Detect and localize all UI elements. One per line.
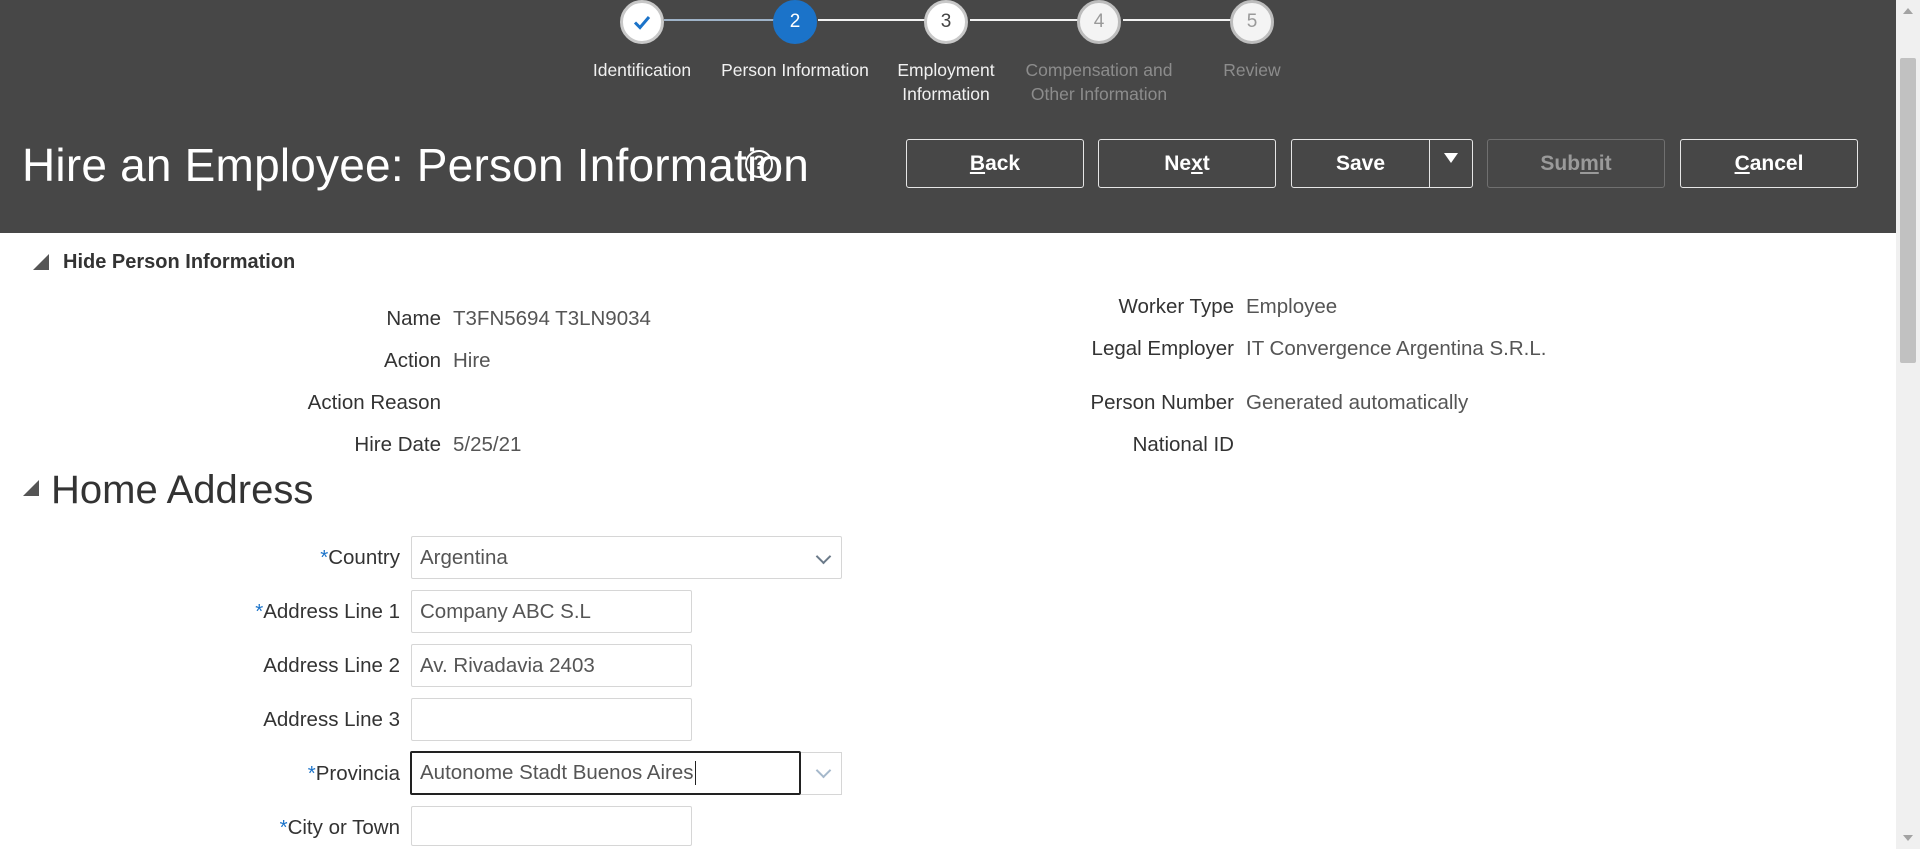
train-stop-review: 5 xyxy=(1230,0,1274,44)
train-label-person-information[interactable]: Person Information xyxy=(710,58,880,82)
name-value: T3FN5694 T3LN9034 xyxy=(453,307,651,330)
legal-employer-value: IT Convergence Argentina S.R.L. xyxy=(1246,337,1547,360)
worker-type-label: Worker Type xyxy=(1118,295,1234,318)
submit-label-pre: Sub xyxy=(1540,151,1581,175)
chevron-down-icon xyxy=(815,548,832,565)
country-label: *Country xyxy=(320,546,400,570)
save-options-dropdown[interactable] xyxy=(1430,140,1472,187)
back-button[interactable]: Back xyxy=(906,139,1084,188)
train-label-identification[interactable]: Identification xyxy=(557,58,727,82)
collapse-triangle-icon[interactable] xyxy=(23,480,39,496)
page-header: 2 3 4 5 Identification Person Informatio… xyxy=(0,0,1920,233)
person-number-value: Generated automatically xyxy=(1246,391,1469,414)
cancel-label-post: ancel xyxy=(1749,151,1804,175)
address-line-3-input[interactable] xyxy=(411,698,692,741)
submit-label-post: it xyxy=(1598,151,1612,175)
train-connector xyxy=(818,19,928,21)
scrollbar-thumb[interactable] xyxy=(1900,58,1916,363)
next-label-pre: Ne xyxy=(1164,151,1192,175)
city-label: *City or Town xyxy=(280,816,400,840)
scroll-up-arrow-icon[interactable] xyxy=(1903,8,1913,14)
city-input[interactable] xyxy=(411,806,692,846)
national-id-label: National ID xyxy=(1132,433,1234,456)
provincia-label: *Provincia xyxy=(308,762,400,786)
address-line-2-label: Address Line 2 xyxy=(263,654,400,677)
next-label-post: t xyxy=(1202,151,1210,175)
address-line-3-label: Address Line 3 xyxy=(263,708,400,731)
required-marker: * xyxy=(279,816,288,839)
required-marker: * xyxy=(307,762,316,785)
address-line-1-input[interactable]: Company ABC S.L xyxy=(411,590,692,633)
provincia-dropdown-button[interactable] xyxy=(801,752,842,795)
next-button[interactable]: Ne x t xyxy=(1098,139,1276,188)
address-line-2-value: Av. Rivadavia 2403 xyxy=(420,653,595,677)
provincia-input[interactable]: Autonome Stadt Buenos Aires xyxy=(410,751,801,795)
home-address-heading: Home Address xyxy=(51,468,314,512)
checkmark-icon xyxy=(633,16,651,30)
worker-type-value: Employee xyxy=(1246,295,1338,318)
chevron-down-icon xyxy=(815,762,832,779)
address-line-2-input[interactable]: Av. Rivadavia 2403 xyxy=(411,644,692,687)
address-line-1-value: Company ABC S.L xyxy=(420,599,591,623)
save-button-group: Save xyxy=(1291,139,1473,188)
cancel-button[interactable]: Cancel xyxy=(1680,139,1858,188)
hire-date-value: 5/25/21 xyxy=(453,433,522,456)
cancel-accesskey: C xyxy=(1734,151,1750,175)
action-value: Hire xyxy=(453,349,491,372)
train-stop-compensation: 4 xyxy=(1077,0,1121,44)
provincia-label-text: Provincia xyxy=(315,762,400,785)
action-reason-label: Action Reason xyxy=(307,391,441,414)
address-line-1-label-text: Address Line 1 xyxy=(263,600,400,623)
hire-date-label: Hire Date xyxy=(354,433,441,456)
train-stop-identification[interactable] xyxy=(620,0,664,44)
page-title: Hire an Employee: Person Information xyxy=(22,139,810,191)
next-accesskey: x xyxy=(1191,151,1203,175)
action-label: Action xyxy=(384,349,441,372)
name-label: Name xyxy=(386,307,441,330)
submit-button: Sub m it xyxy=(1487,139,1665,188)
train-label-employment-information[interactable]: Employment Information xyxy=(876,58,1016,106)
train-connector xyxy=(664,19,774,21)
save-button[interactable]: Save xyxy=(1292,140,1430,187)
vertical-scrollbar[interactable] xyxy=(1896,0,1920,849)
hide-person-information-toggle[interactable]: Hide Person Information xyxy=(63,251,295,274)
country-value: Argentina xyxy=(420,545,508,569)
train-label-review: Review xyxy=(1223,60,1281,80)
submit-accesskey: m xyxy=(1580,151,1599,175)
person-number-label: Person Number xyxy=(1090,391,1234,414)
caret-down-icon xyxy=(1444,153,1458,163)
country-label-text: Country xyxy=(328,546,400,569)
provincia-value: Autonome Stadt Buenos Aires xyxy=(420,761,694,784)
text-cursor xyxy=(694,761,697,785)
address-line-1-label: *Address Line 1 xyxy=(255,600,400,624)
country-select[interactable]: Argentina xyxy=(411,536,842,579)
city-label-text: City or Town xyxy=(287,816,400,839)
back-accesskey: B xyxy=(969,151,986,175)
help-circle-icon[interactable]: ? xyxy=(745,150,773,178)
collapse-triangle-icon[interactable] xyxy=(33,254,49,270)
train-connector xyxy=(1123,19,1233,21)
train-stop-employment-information[interactable]: 3 xyxy=(924,0,968,44)
legal-employer-label: Legal Employer xyxy=(1091,337,1234,360)
scroll-down-arrow-icon[interactable] xyxy=(1903,835,1913,841)
train-connector xyxy=(970,19,1080,21)
train-stop-person-information[interactable]: 2 xyxy=(773,0,817,44)
train-label-compensation: Compensation and Other Information xyxy=(1025,60,1173,104)
back-label-post: ack xyxy=(985,151,1021,175)
